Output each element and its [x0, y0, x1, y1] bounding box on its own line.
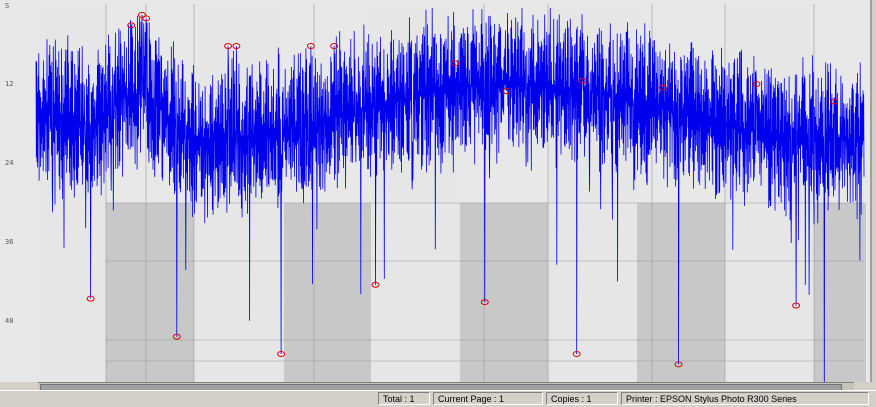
- status-copies: Copies : 1: [546, 392, 618, 405]
- status-copies-label: Copies :: [551, 394, 585, 404]
- status-printer: Printer : EPSON Stylus Photo R300 Series: [621, 392, 869, 405]
- page-band: [460, 203, 548, 382]
- status-page-label: Current Page :: [438, 394, 497, 404]
- status-page-value: 1: [499, 394, 505, 404]
- status-total-label: Total :: [383, 394, 408, 404]
- status-current-page: Current Page : 1: [433, 392, 543, 405]
- status-copies-value: 1: [586, 394, 592, 404]
- status-printer-value: EPSON Stylus Photo R300 Series: [660, 394, 797, 404]
- y-tick-label: 24: [5, 159, 14, 167]
- status-printer-label: Printer :: [626, 394, 658, 404]
- waveform-chart: [35, 4, 866, 382]
- waveform-plot[interactable]: S 12 24 36 48: [0, 0, 872, 382]
- status-bar: Total : 1 Current Page : 1 Copies : 1 Pr…: [0, 390, 876, 407]
- y-tick-label: 12: [5, 80, 14, 88]
- page-band: [106, 203, 194, 382]
- y-tick-label: 36: [5, 238, 14, 246]
- status-total: Total : 1: [378, 392, 430, 405]
- page-band: [637, 203, 725, 382]
- status-total-value: 1: [409, 394, 415, 404]
- page-band: [284, 203, 371, 382]
- y-tick-label: S: [5, 2, 10, 10]
- y-axis: S 12 24 36 48: [0, 0, 22, 382]
- y-tick-label: 48: [5, 317, 14, 325]
- page-band: [814, 203, 866, 382]
